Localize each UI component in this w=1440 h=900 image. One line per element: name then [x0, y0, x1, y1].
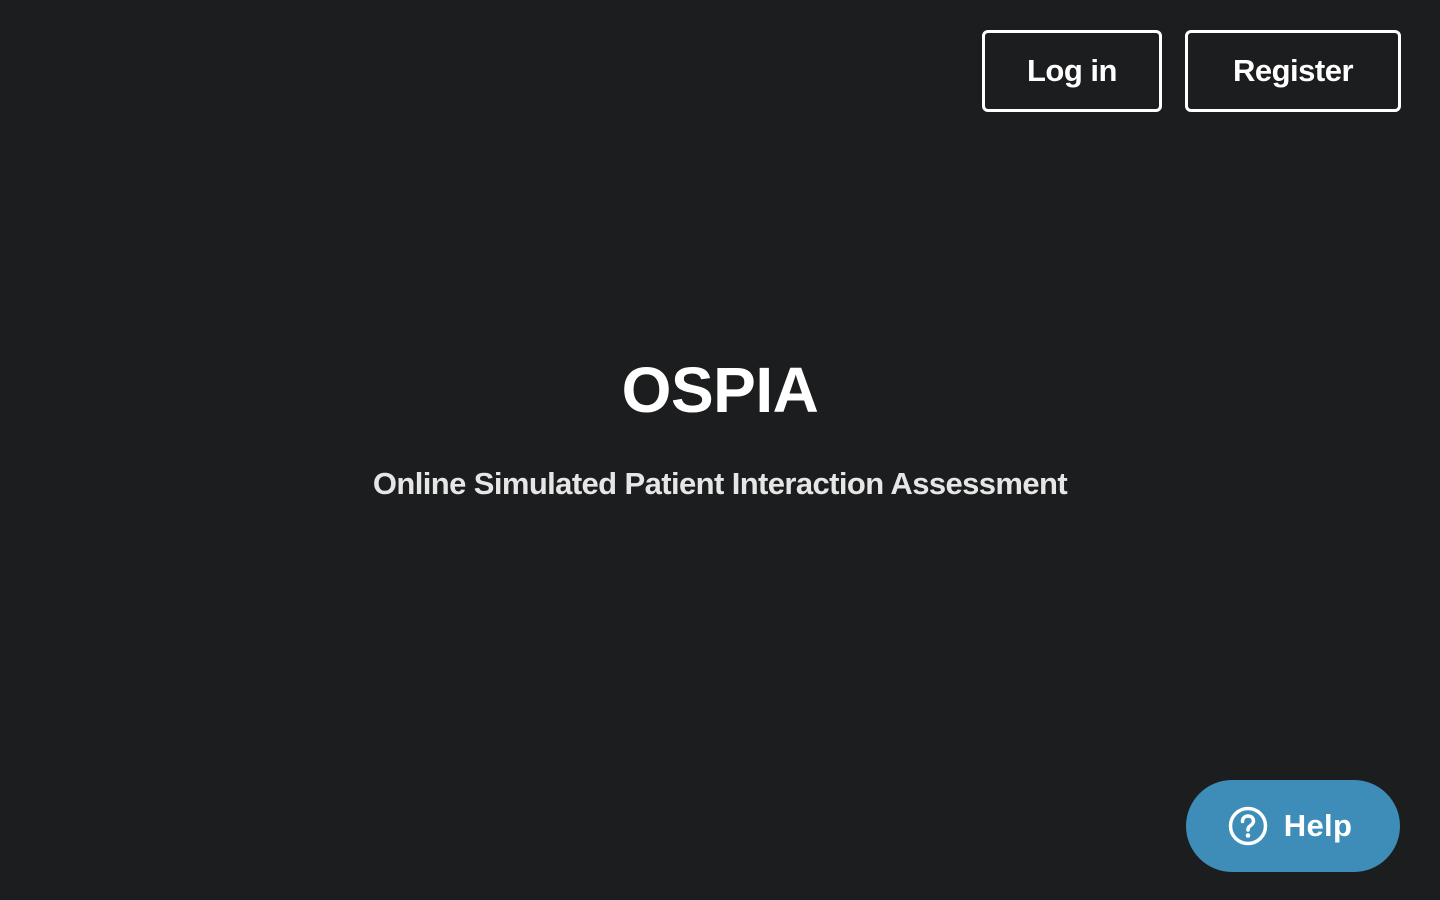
register-button[interactable]: Register: [1185, 30, 1401, 112]
help-button[interactable]: Help: [1186, 780, 1400, 872]
hero: OSPIA Online Simulated Patient Interacti…: [0, 350, 1440, 504]
top-nav: Log in Register: [982, 30, 1401, 112]
login-button[interactable]: Log in: [982, 30, 1162, 112]
page-title: OSPIA: [621, 354, 819, 426]
landing-page: Log in Register OSPIA Online Simulated P…: [0, 0, 1440, 900]
help-label: Help: [1283, 808, 1353, 843]
page-subtitle: Online Simulated Patient Interaction Ass…: [372, 466, 1068, 501]
question-circle-icon: [1228, 806, 1268, 846]
